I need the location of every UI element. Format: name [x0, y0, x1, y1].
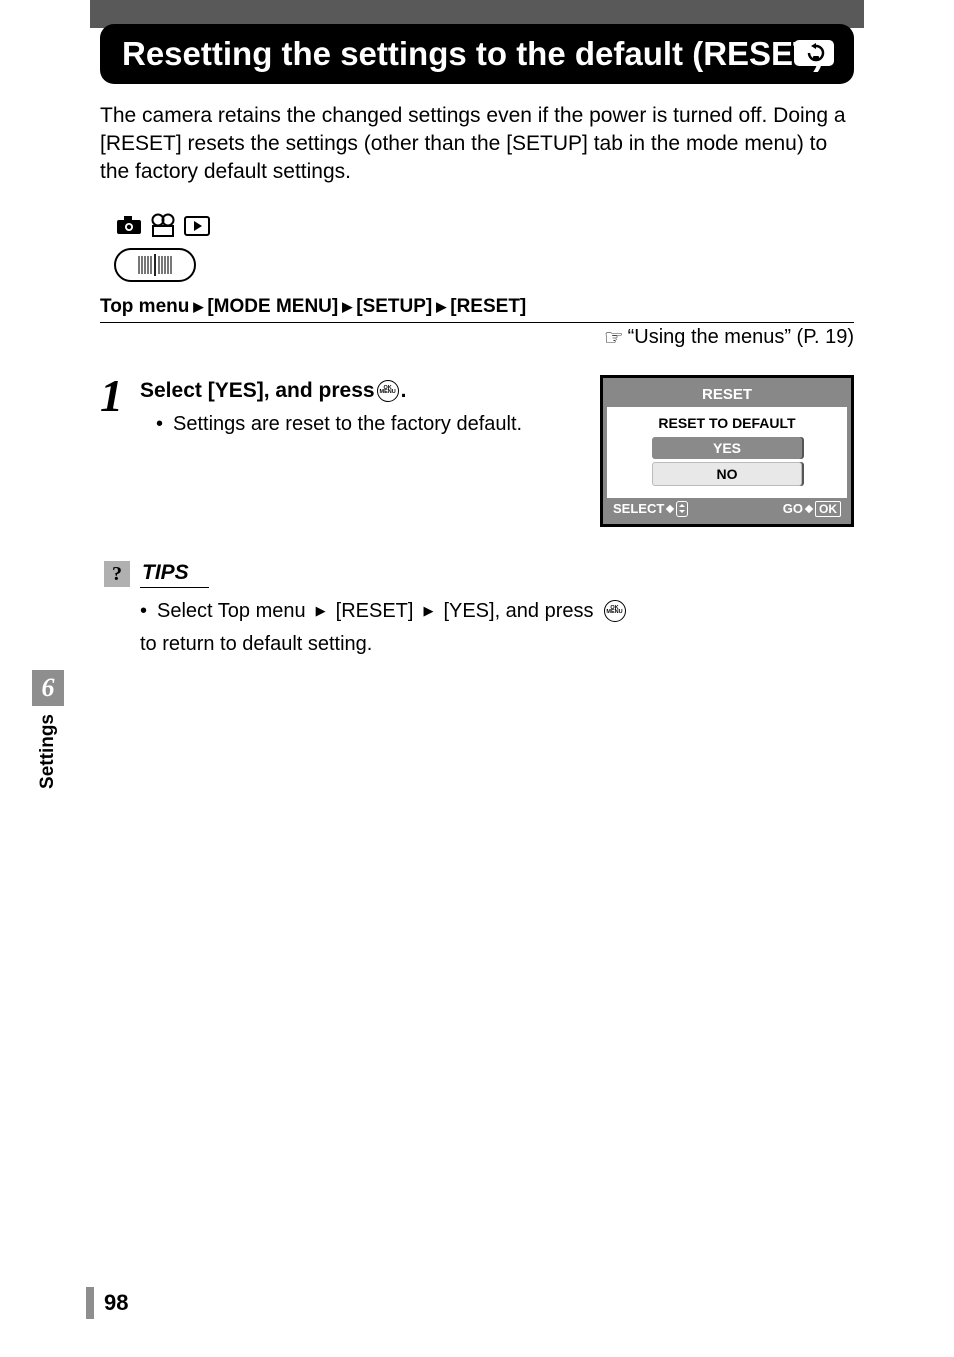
- bullet-marker: •: [156, 413, 163, 436]
- triangle-icon: ▶: [342, 299, 352, 315]
- breadcrumb-item: [SETUP]: [356, 296, 432, 318]
- screen-option-no: NO: [652, 462, 802, 486]
- breadcrumb-row: Top menu ▶ [MODE MENU] ▶ [SETUP] ▶ [RESE…: [100, 296, 854, 323]
- tips-text: Select Top menu: [157, 600, 306, 623]
- diamond-icon: [805, 504, 813, 512]
- playback-icon: [184, 216, 210, 241]
- chapter-number: 6: [32, 670, 64, 706]
- reset-icon: [794, 40, 834, 66]
- menu-breadcrumb: Top menu ▶ [MODE MENU] ▶ [SETUP] ▶ [RESE…: [100, 296, 854, 318]
- chapter-label: Settings: [37, 714, 59, 789]
- step-number: 1: [100, 375, 140, 527]
- diamond-icon: [666, 504, 674, 512]
- step-bullet-text: Settings are reset to the factory defaul…: [173, 413, 522, 436]
- side-tab: 6 Settings: [32, 670, 64, 789]
- section-title-block: Resetting the settings to the default (R…: [100, 24, 854, 84]
- cross-reference: ☞ “Using the menus” (P. 19): [100, 325, 854, 351]
- screen-title: RESET: [607, 382, 847, 407]
- triangle-icon: ▶: [423, 603, 433, 619]
- tips-text: [YES], and press: [443, 600, 593, 623]
- ok-menu-button-icon: OK MENU: [604, 600, 626, 622]
- step-heading-suffix: .: [401, 379, 407, 403]
- up-down-icon: [676, 501, 688, 517]
- camera-icon: [116, 214, 142, 242]
- screen-option-yes: YES: [652, 437, 802, 459]
- tips-heading: TIPS: [140, 561, 209, 588]
- screen-footer-go: GO: [783, 501, 803, 516]
- bullet-marker: •: [140, 600, 147, 623]
- triangle-icon: ▶: [316, 603, 326, 619]
- pointing-hand-icon: ☞: [604, 325, 624, 351]
- breadcrumb-item: [MODE MENU]: [207, 296, 338, 318]
- tips-bullet: • Select Top menu ▶ [RESET] ▶ [YES], and…: [100, 600, 854, 656]
- movie-icon: [150, 213, 176, 244]
- intro-paragraph: The camera retains the changed settings …: [100, 102, 854, 187]
- camera-screen-mockup: RESET RESET TO DEFAULT YES NO SELECT: [600, 375, 854, 527]
- breadcrumb-lead: Top menu: [100, 296, 189, 318]
- step-heading-text: Select [YES], and press: [140, 379, 375, 403]
- tips-text: [RESET]: [336, 600, 414, 623]
- breadcrumb-item: [RESET]: [450, 296, 526, 318]
- ok-box-icon: OK: [815, 501, 841, 517]
- mode-icons-row: [116, 213, 854, 244]
- triangle-icon: ▶: [436, 299, 446, 315]
- step-bullet: • Settings are reset to the factory defa…: [140, 413, 600, 436]
- step-heading: Select [YES], and press OK MENU .: [140, 379, 600, 403]
- mode-dial-icon: [114, 248, 196, 282]
- section-title: Resetting the settings to the default (R…: [122, 34, 832, 74]
- page-number-bar: [86, 1287, 94, 1319]
- screen-footer-select: SELECT: [613, 501, 664, 516]
- page-number: 98: [104, 1290, 128, 1316]
- reference-text: “Using the menus” (P. 19): [628, 326, 854, 349]
- triangle-icon: ▶: [193, 299, 203, 315]
- page-footer: 98: [86, 1287, 128, 1319]
- tips-text: to return to default setting.: [140, 633, 372, 656]
- ok-menu-button-icon: OK MENU: [377, 380, 399, 402]
- question-mark-icon: ?: [104, 561, 130, 587]
- screen-subtitle: RESET TO DEFAULT: [617, 415, 837, 431]
